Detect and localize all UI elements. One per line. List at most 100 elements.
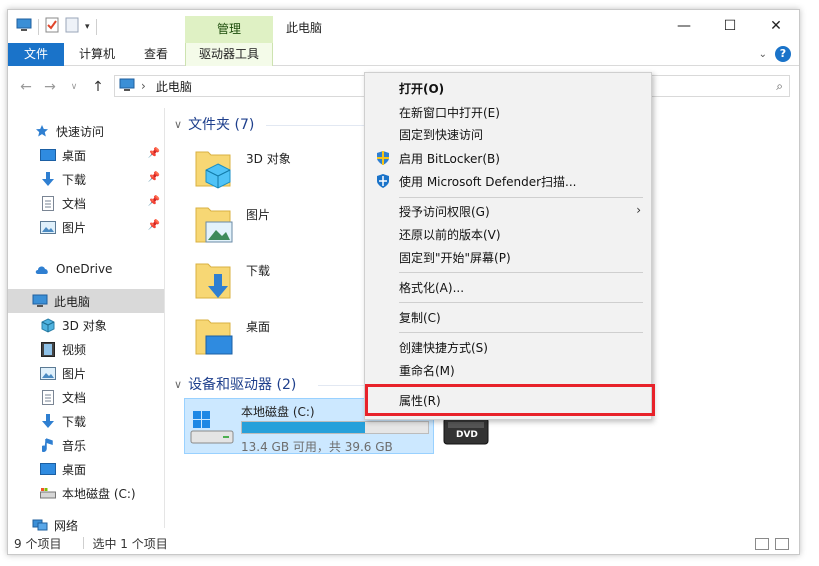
- help-button[interactable]: ?: [775, 46, 791, 62]
- dvd-label: DVD: [456, 430, 478, 440]
- sidebar-item-downloads[interactable]: 下载 📌: [8, 167, 164, 191]
- drive-name: 本地磁盘 (C:): [241, 405, 315, 419]
- sidebar-item-documents[interactable]: 文档 📌: [8, 191, 164, 215]
- menu-item-rename[interactable]: 重命名(M): [365, 359, 651, 381]
- sidebar-item-pictures[interactable]: 图片 📌: [8, 215, 164, 239]
- sidebar-item-quick-access[interactable]: 快速访问: [8, 119, 164, 143]
- recent-locations-icon[interactable]: ∨: [64, 77, 84, 97]
- group-title: 文件夹 (7): [188, 117, 255, 133]
- back-arrow-icon[interactable]: ←: [16, 77, 36, 97]
- folder-item[interactable]: 下载: [188, 256, 348, 308]
- up-arrow-icon[interactable]: ↑: [88, 77, 108, 97]
- pictures-icon: [40, 365, 56, 381]
- drive-icon: [40, 485, 56, 501]
- sidebar-item-this-pc[interactable]: 此电脑: [8, 289, 164, 313]
- expand-ribbon-icon[interactable]: ⌄: [759, 49, 767, 60]
- sidebar-item-label: 视频: [62, 342, 87, 357]
- sidebar-item-label: 桌面: [62, 462, 87, 477]
- tab-file[interactable]: 文件: [8, 43, 64, 66]
- qat-divider: [38, 18, 39, 35]
- group-header-folders[interactable]: ∨ 文件夹 (7): [174, 114, 254, 134]
- ribbon-help-area: ⌄ ?: [759, 46, 791, 62]
- pictures-icon: [40, 219, 56, 235]
- group-header-devices[interactable]: ∨ 设备和驱动器 (2): [174, 374, 296, 394]
- folder-label: 3D 对象: [246, 152, 291, 166]
- properties-check-icon[interactable]: [45, 17, 59, 36]
- menu-item-grant-access[interactable]: 授予访问权限(G) ›: [365, 200, 651, 222]
- sidebar-item-documents-pc[interactable]: 文档: [8, 385, 164, 409]
- menu-item-restore-versions[interactable]: 还原以前的版本(V): [365, 223, 651, 245]
- qat-dropdown-icon[interactable]: ▾: [85, 22, 90, 32]
- music-icon: [40, 437, 56, 453]
- maximize-button[interactable]: ☐: [707, 10, 753, 42]
- selected-count: 选中 1 个项目: [92, 536, 168, 551]
- menu-item-open[interactable]: 打开(O): [365, 77, 651, 99]
- menu-item-pin-quick-access[interactable]: 固定到快速访问: [365, 123, 651, 145]
- desktop-icon: [40, 147, 56, 163]
- navigation-pane: 快速访问 桌面 📌 下载 📌 文档 📌 图片 📌 OneDrive 此电脑 3D…: [8, 108, 164, 533]
- tab-computer[interactable]: 计算机: [68, 43, 126, 66]
- computer-icon: [16, 18, 32, 35]
- menu-item-bitlocker[interactable]: 启用 BitLocker(B): [365, 147, 651, 169]
- new-folder-icon[interactable]: [65, 17, 79, 36]
- sidebar-item-videos[interactable]: 视频: [8, 337, 164, 361]
- sidebar-item-music[interactable]: 音乐: [8, 433, 164, 457]
- sidebar-item-downloads-pc[interactable]: 下载: [8, 409, 164, 433]
- sidebar-item-desktop-pc[interactable]: 桌面: [8, 457, 164, 481]
- forward-arrow-icon[interactable]: →: [40, 77, 60, 97]
- folder-item[interactable]: 3D 对象: [188, 144, 348, 196]
- menu-item-defender-scan[interactable]: 使用 Microsoft Defender扫描...: [365, 170, 651, 192]
- sidebar-item-label: 本地磁盘 (C:): [62, 486, 136, 501]
- folder-desktop-icon: [192, 314, 236, 358]
- sidebar-item-onedrive[interactable]: OneDrive: [8, 257, 164, 281]
- properties-highlight-box: [365, 384, 655, 416]
- document-icon: [40, 389, 56, 405]
- close-button[interactable]: ✕: [753, 10, 799, 42]
- context-menu: 打开(O) 在新窗口中打开(E) 固定到快速访问 启用 BitLocker(B)…: [364, 72, 652, 420]
- desktop-icon: [40, 461, 56, 477]
- manage-context-tab-header[interactable]: 管理: [185, 16, 273, 43]
- pin-icon[interactable]: 📌: [148, 196, 160, 207]
- star-icon: [34, 123, 50, 139]
- pin-icon[interactable]: 📌: [148, 220, 160, 231]
- large-icons-view-icon[interactable]: [775, 538, 789, 550]
- menu-item-label: 使用 Microsoft Defender扫描...: [399, 174, 577, 189]
- search-icon[interactable]: ⌕: [776, 79, 783, 94]
- breadcrumb[interactable]: 此电脑: [156, 78, 192, 95]
- ribbon-tabs: 文件 计算机 查看 驱动器工具: [8, 43, 799, 66]
- menu-item-label: 授予访问权限(G): [399, 204, 490, 219]
- title-bar: ▾ 管理 此电脑 — ☐ ✕: [8, 10, 799, 43]
- sidebar-item-label: 下载: [62, 172, 87, 187]
- details-view-icon[interactable]: [755, 538, 769, 550]
- document-icon: [40, 195, 56, 211]
- windows-drive-icon: [190, 411, 234, 444]
- menu-item-open-new-window[interactable]: 在新窗口中打开(E): [365, 101, 651, 123]
- download-icon: [40, 413, 56, 429]
- qat-divider: [95, 18, 97, 35]
- minimize-button[interactable]: —: [661, 10, 707, 42]
- pin-icon[interactable]: 📌: [148, 148, 160, 159]
- menu-separator: [399, 272, 643, 273]
- menu-item-create-shortcut[interactable]: 创建快捷方式(S): [365, 336, 651, 358]
- sidebar-item-label: 音乐: [62, 438, 87, 453]
- chevron-right-icon: ›: [636, 203, 641, 217]
- computer-icon: [119, 78, 135, 95]
- folder-item[interactable]: 图片: [188, 200, 348, 252]
- menu-item-copy[interactable]: 复制(C): [365, 306, 651, 328]
- status-divider: [83, 537, 85, 549]
- menu-item-pin-start[interactable]: 固定到"开始"屏幕(P): [365, 246, 651, 268]
- pane-divider[interactable]: [164, 108, 165, 528]
- tab-drive-tools[interactable]: 驱动器工具: [185, 43, 273, 66]
- sidebar-item-local-disk[interactable]: 本地磁盘 (C:): [8, 481, 164, 505]
- folder-item[interactable]: 桌面: [188, 312, 348, 364]
- sidebar-item-label: 桌面: [62, 148, 87, 163]
- sidebar-item-label: 网络: [54, 518, 79, 533]
- sidebar-item-desktop[interactable]: 桌面 📌: [8, 143, 164, 167]
- tab-view[interactable]: 查看: [130, 43, 182, 66]
- sidebar-item-pictures-pc[interactable]: 图片: [8, 361, 164, 385]
- menu-item-format[interactable]: 格式化(A)...: [365, 276, 651, 298]
- pin-icon[interactable]: 📌: [148, 172, 160, 183]
- folder-label: 下载: [246, 264, 271, 278]
- sidebar-item-3d-objects[interactable]: 3D 对象: [8, 313, 164, 337]
- quick-access-toolbar: ▾: [16, 17, 97, 36]
